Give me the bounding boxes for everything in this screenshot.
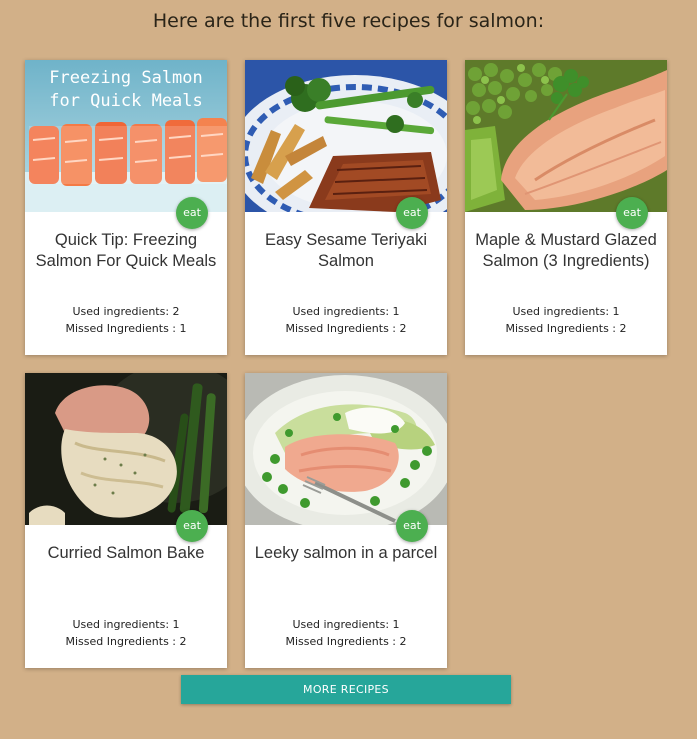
recipe-image[interactable] — [25, 373, 227, 525]
recipe-title[interactable]: Quick Tip: Freezing Salmon For Quick Mea… — [25, 230, 227, 272]
recipe-card[interactable]: eat Maple & Mustard Glazed Salmon (3 Ing… — [465, 60, 667, 355]
image-caption: for Quick Meals — [49, 91, 203, 111]
recipe-image[interactable] — [465, 60, 667, 212]
recipe-title[interactable]: Easy Sesame Teriyaki Salmon — [245, 230, 447, 272]
recipe-title-line: Quick Tip: Freezing — [54, 231, 198, 249]
recipe-card[interactable]: eat Easy Sesame Teriyaki Salmon Used ing… — [245, 60, 447, 355]
recipe-ingredients: Used ingredients: 1 Missed Ingredients :… — [245, 303, 447, 337]
recipe-title-line: Maple & Mustard Glazed — [475, 231, 657, 249]
recipe-title-line: Salmon (3 Ingredients) — [482, 252, 650, 270]
recipe-ingredients: Used ingredients: 1 Missed Ingredients :… — [465, 303, 667, 337]
missed-ingredients: Missed Ingredients : 1 — [65, 322, 187, 335]
recipe-image[interactable]: Freezing Salmon for Quick Meals — [25, 60, 227, 212]
more-recipes-button[interactable]: MORE RECIPES — [181, 675, 511, 704]
recipe-ingredients: Used ingredients: 1 Missed Ingredients :… — [25, 616, 227, 650]
eat-button[interactable]: eat — [176, 197, 208, 229]
missed-ingredients: Missed Ingredients : 2 — [285, 635, 407, 648]
eat-button[interactable]: eat — [176, 510, 208, 542]
recipe-card[interactable]: eat Curried Salmon Bake Used ingredients… — [25, 373, 227, 668]
recipe-card[interactable]: Freezing Salmon for Quick Meals eat Quic… — [25, 60, 227, 355]
recipe-title-line: Easy Sesame Teriyaki — [264, 231, 427, 249]
recipe-image[interactable] — [245, 60, 447, 212]
recipe-title[interactable]: Curried Salmon Bake — [25, 543, 227, 564]
used-ingredients: Used ingredients: 1 — [292, 618, 400, 631]
missed-ingredients: Missed Ingredients : 2 — [65, 635, 187, 648]
eat-button[interactable]: eat — [396, 510, 428, 542]
eat-button[interactable]: eat — [396, 197, 428, 229]
recipe-image[interactable] — [245, 373, 447, 525]
page-heading: Here are the first five recipes for salm… — [152, 10, 545, 32]
recipe-card[interactable]: eat Leeky salmon in a parcel Used ingred… — [245, 373, 447, 668]
recipe-title-line: Leeky salmon in a parcel — [254, 544, 438, 562]
missed-ingredients: Missed Ingredients : 2 — [285, 322, 407, 335]
recipe-title[interactable]: Maple & Mustard Glazed Salmon (3 Ingredi… — [465, 230, 667, 272]
recipe-title-line: Curried Salmon Bake — [47, 544, 205, 562]
recipe-title-line: Salmon For Quick Meals — [35, 252, 217, 270]
recipe-title[interactable]: Leeky salmon in a parcel — [245, 543, 447, 564]
used-ingredients: Used ingredients: 1 — [512, 305, 620, 318]
eat-button[interactable]: eat — [616, 197, 648, 229]
used-ingredients: Used ingredients: 1 — [292, 305, 400, 318]
recipe-ingredients: Used ingredients: 1 Missed Ingredients :… — [245, 616, 447, 650]
recipe-title-line: Salmon — [318, 252, 374, 270]
image-caption: Freezing Salmon — [49, 68, 203, 88]
recipe-ingredients: Used ingredients: 2 Missed Ingredients :… — [25, 303, 227, 337]
missed-ingredients: Missed Ingredients : 2 — [505, 322, 627, 335]
used-ingredients: Used ingredients: 2 — [72, 305, 180, 318]
used-ingredients: Used ingredients: 1 — [72, 618, 180, 631]
